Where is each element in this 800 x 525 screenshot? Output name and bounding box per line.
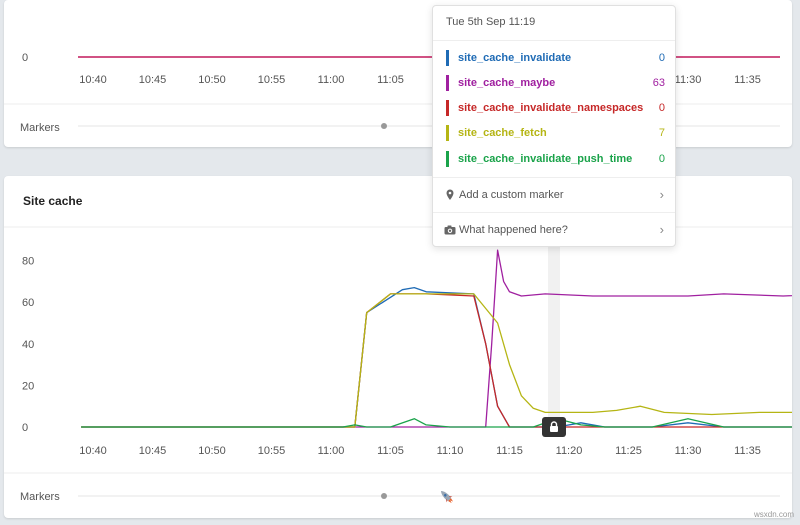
y-tick-zero: 0 [22,52,28,64]
add-custom-marker-label: Add a custom marker [459,189,564,201]
x-tick-label: 11:30 [675,74,702,86]
tooltip-row-invalidate: site_cache_invalidate 0 [446,50,665,66]
series-value: 7 [658,127,665,139]
watermark: wsxdn.com [753,510,794,519]
chevron-right-icon: › [659,222,664,237]
tooltip-row-fetch: site_cache_fetch 7 [446,125,665,141]
what-happened-button[interactable]: What happened here? › [433,213,675,247]
x-tick-label: 11:10 [437,445,464,457]
series-value: 0 [658,52,665,64]
x-tick-label: 10:40 [79,74,107,86]
series-name: site_cache_invalidate_push_time [458,153,633,165]
camera-icon [444,225,456,235]
x-tick-label: 11:30 [675,445,702,457]
lock-button[interactable] [542,417,566,437]
x-tick-label: 10:50 [198,445,226,457]
y-tick-label: 0 [22,422,28,434]
x-tick-label: 11:20 [556,445,583,457]
series-value: 0 [658,153,665,165]
series-value: 63 [652,77,665,89]
chevron-right-icon: › [659,187,664,202]
x-tick-label: 10:45 [139,74,167,86]
site-cache-title: Site cache [23,194,83,208]
hover-highlight-band [548,228,560,428]
x-tick-label: 11:00 [318,445,345,457]
series-line-site_cache_fetch [81,293,792,428]
tooltip-date: Tue 5th Sep 11:19 [446,16,536,28]
site-x-axis: 10:40 10:45 10:50 10:55 11:00 11:05 11:10 11:15… [79,445,761,457]
series-value: 0 [658,102,665,114]
y-tick-label: 60 [22,297,34,309]
tooltip-row-push-time: site_cache_invalidate_push_time 0 [446,151,665,167]
y-tick-label: 80 [22,256,34,268]
x-tick-label: 10:45 [139,445,167,457]
map-pin-icon [446,189,454,200]
top-marker-dot[interactable] [381,123,387,129]
x-tick-label: 11:15 [496,445,523,457]
series-name: site_cache_fetch [458,127,547,139]
site-markers-label: Markers [20,491,60,503]
tooltip-row-invalidate-namespaces: site_cache_invalidate_namespaces 0 [446,100,665,116]
what-happened-label: What happened here? [459,224,568,236]
tooltip-divider [433,40,675,41]
series-name: site_cache_invalidate [458,52,572,64]
hover-tooltip: Tue 5th Sep 11:19 site_cache_invalidate … [432,5,676,247]
x-tick-label: 10:55 [258,445,286,457]
site-y-axis: 0 20 40 60 80 [22,256,34,434]
x-tick-label: 10:55 [258,74,286,86]
x-tick-label: 10:50 [198,74,226,86]
x-tick-label: 11:05 [377,74,404,86]
add-custom-marker-button[interactable]: Add a custom marker › [433,178,675,212]
x-tick-label: 11:00 [318,74,345,86]
series-name: site_cache_maybe [458,77,556,89]
rocket-icon[interactable] [438,488,455,505]
y-tick-label: 20 [22,380,34,392]
x-tick-label: 11:35 [734,74,761,86]
x-tick-label: 11:35 [734,445,761,457]
site-marker-dot[interactable] [381,493,387,499]
x-tick-label: 11:05 [377,445,404,457]
series-line-site_cache_maybe [81,249,792,428]
y-tick-label: 40 [22,339,34,351]
series-line-site_cache_invalidate [81,286,792,428]
top-markers-label: Markers [20,122,60,134]
tooltip-row-maybe: site_cache_maybe 63 [446,75,665,91]
x-tick-label: 10:40 [79,445,107,457]
site-series-group [81,249,792,428]
series-name: site_cache_invalidate_namespaces [458,102,644,114]
x-tick-label: 11:25 [615,445,642,457]
series-line-site_cache_invalidate_namespaces [81,293,792,428]
lock-icon [550,421,558,432]
